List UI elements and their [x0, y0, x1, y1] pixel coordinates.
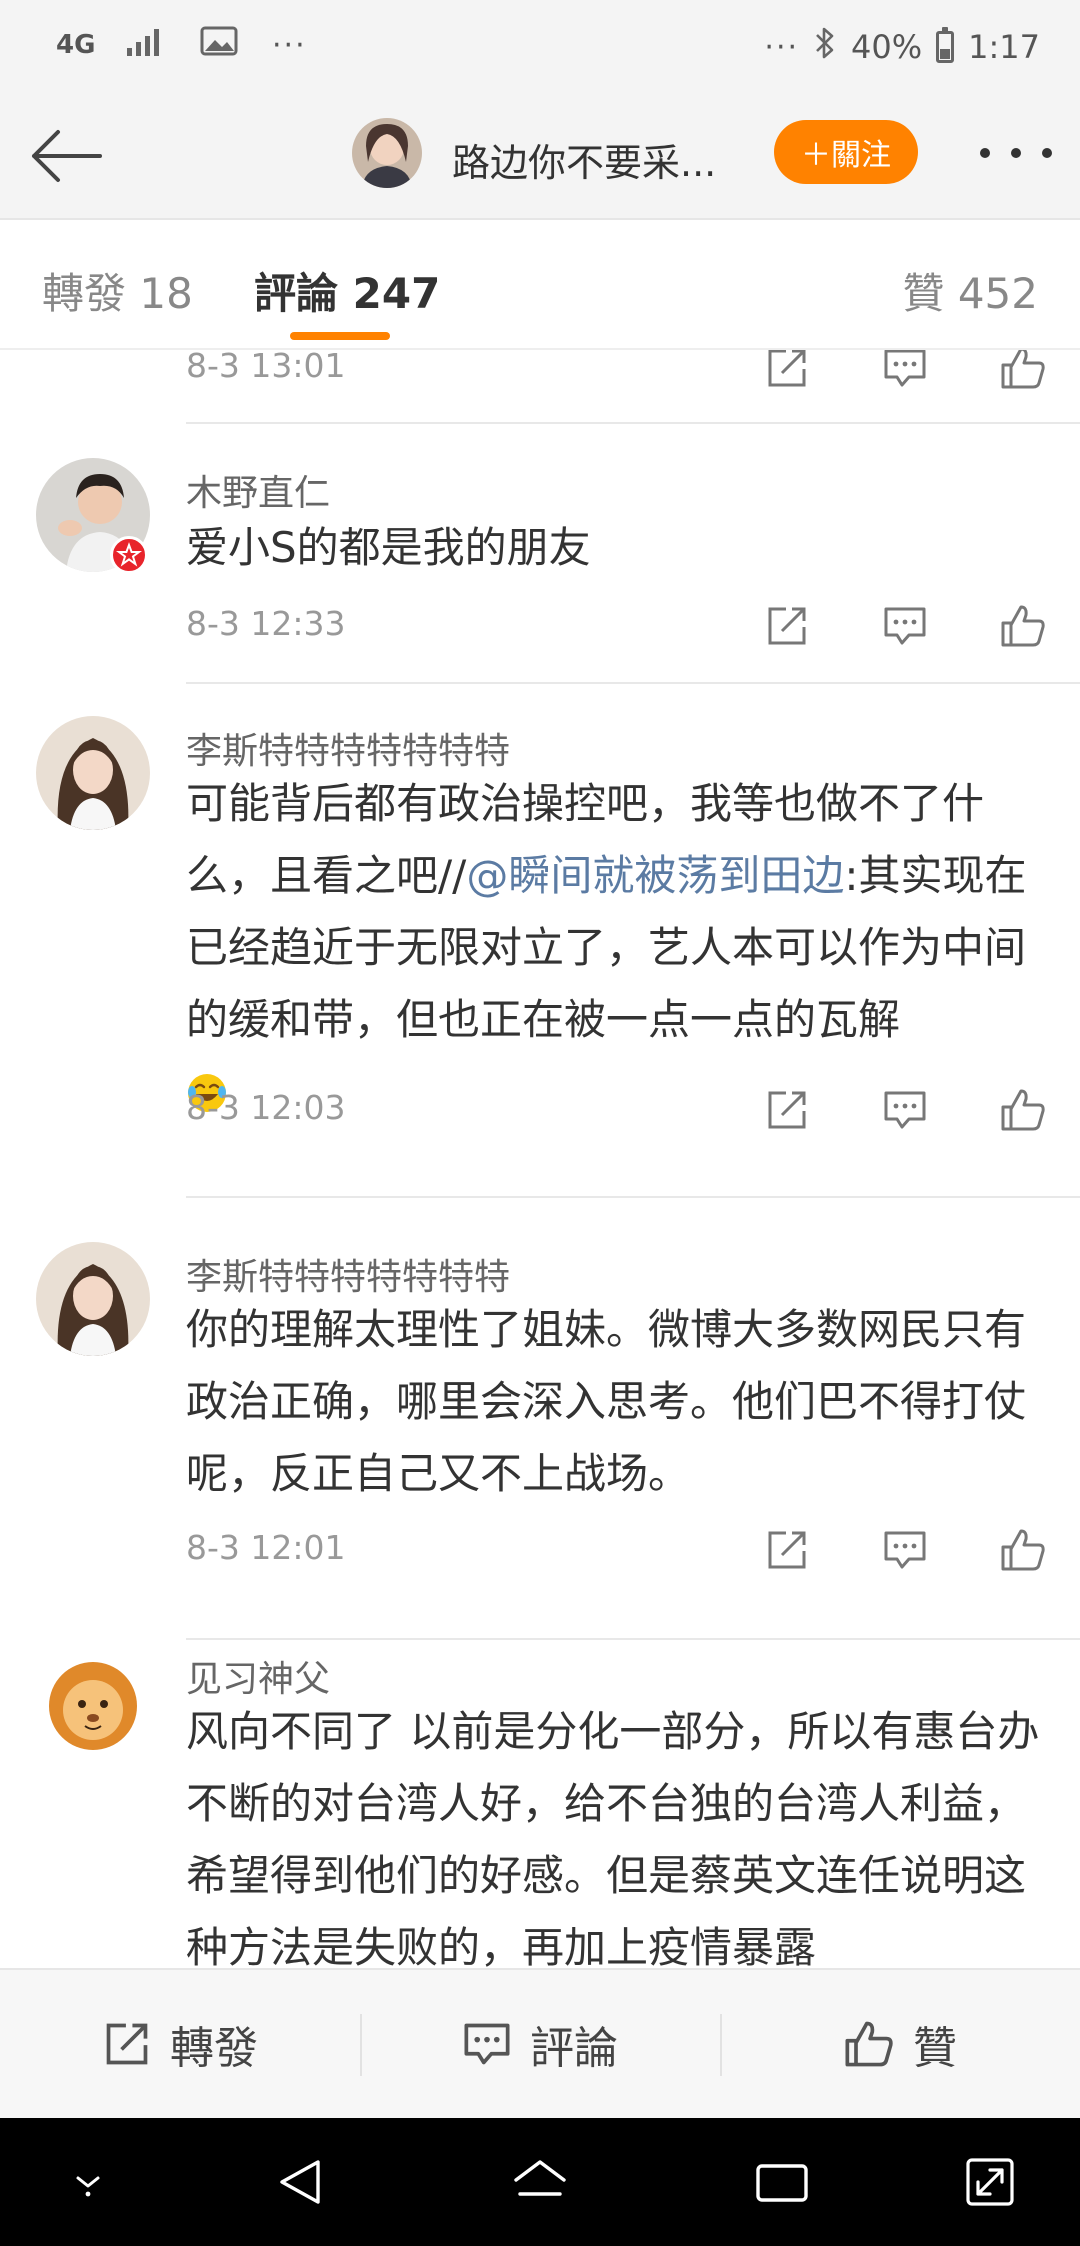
verified-badge-icon: [110, 536, 148, 574]
battery-icon: [936, 27, 955, 63]
comment-time: 8-3 12:33: [186, 604, 346, 643]
commenter-avatar[interactable]: [36, 716, 150, 830]
active-tab-indicator: [290, 332, 390, 340]
author-avatar[interactable]: [352, 118, 422, 188]
nav-expand-button[interactable]: [960, 2152, 1020, 2212]
comment-text: 爱小S的都是我的朋友: [186, 523, 591, 572]
comment-text: 你的理解太理性了姐妹。微博大多数网民只有政治正确，哪里会深入思考。他们巴不得打仗…: [186, 1305, 1027, 1498]
tab-comments[interactable]: 評論 247: [254, 260, 440, 321]
divider: [186, 1196, 1080, 1198]
clock: 1:17: [968, 28, 1040, 66]
thumbs-up-icon[interactable]: [996, 350, 1050, 395]
bluetooth-icon: [813, 26, 837, 68]
more-dot-icon: [980, 148, 990, 158]
commenter-avatar[interactable]: [36, 1242, 150, 1356]
chevron-down-icon: [76, 2176, 100, 2197]
share-icon[interactable]: [760, 350, 814, 395]
more-options-button[interactable]: [980, 138, 1052, 168]
back-button[interactable]: [24, 116, 108, 196]
bottom-action-bar: 轉發 評論 贊: [0, 1968, 1080, 2118]
battery-level: [940, 48, 951, 59]
tab-repost[interactable]: 轉發 18: [42, 260, 193, 321]
comment-icon[interactable]: [878, 1523, 932, 1577]
system-nav-bar: [0, 2118, 1080, 2246]
share-icon: [106, 2023, 148, 2065]
comment-time: 8-3 12:03: [186, 1088, 346, 1127]
commenter-name[interactable]: 李斯特特特特特特特: [186, 1248, 510, 1300]
comment-button[interactable]: 評論: [360, 1970, 720, 2118]
commenter-avatar[interactable]: [36, 1644, 150, 1758]
nav-home-button[interactable]: [510, 2152, 570, 2212]
nav-recents-button[interactable]: [752, 2152, 812, 2212]
share-icon[interactable]: [760, 1083, 814, 1137]
comment-actions: [760, 1080, 1050, 1140]
signal-icon: [126, 26, 166, 64]
comment-time: 8-3 13:01: [186, 350, 346, 385]
thumbs-up-icon: [845, 2021, 893, 2067]
more-dot-icon: [1011, 148, 1021, 158]
battery-percent: 40%: [851, 28, 923, 66]
divider: [186, 422, 1080, 424]
mention-link[interactable]: @瞬间就被荡到田边: [466, 851, 844, 900]
like-button[interactable]: 贊: [720, 1970, 1080, 2118]
share-icon[interactable]: [760, 1523, 814, 1577]
share-icon[interactable]: [760, 599, 814, 653]
more-notifications: ···: [272, 27, 307, 63]
comment-list[interactable]: 8-3 13:01 木野直仁 爱小S的都是我的朋友 8-3 12:33 李斯特特…: [0, 350, 1080, 1968]
repost-button[interactable]: 轉發: [0, 1970, 360, 2118]
comment-actions: [760, 1520, 1050, 1580]
comment-actions: [760, 350, 1050, 398]
comment-time: 8-3 12:01: [186, 1528, 346, 1567]
more-status: ···: [764, 29, 800, 65]
home-icon: [514, 2160, 566, 2196]
recents-icon: [756, 2164, 808, 2202]
thumbs-up-icon[interactable]: [996, 1083, 1050, 1137]
divider: [186, 1638, 1080, 1640]
commenter-name[interactable]: 见习神父: [186, 1650, 330, 1702]
comment-actions: [760, 596, 1050, 656]
status-left: 4G ···: [56, 26, 307, 64]
status-right: ··· 40% 1:17: [764, 26, 1040, 68]
comment-label: 評論: [530, 2023, 618, 2074]
hide-nav-button[interactable]: [58, 2152, 118, 2212]
tabs: 轉發 18 評論 247 贊 452: [0, 220, 1080, 350]
comment-text: 风向不同了 以前是分化一部分，所以有惠台办不断的对台湾人好，给不台独的台湾人利益…: [186, 1707, 1040, 1968]
comment-text: 可能背后都有政治操控吧，我等也做不了什么，且看之吧//@瞬间就被荡到田边:其实现…: [186, 768, 1052, 1128]
comment-icon: [464, 2023, 510, 2065]
thumbs-up-icon[interactable]: [996, 599, 1050, 653]
commenter-name[interactable]: 李斯特特特特特特特: [186, 722, 510, 774]
header: 路边你不要采... ＋關注: [0, 92, 1080, 220]
expand-icon: [966, 2158, 1014, 2206]
author-name[interactable]: 路边你不要采...: [452, 132, 716, 187]
repost-label: 轉發: [170, 2023, 258, 2074]
comment-icon[interactable]: [878, 599, 932, 653]
commenter-name[interactable]: 木野直仁: [186, 464, 330, 516]
network-type: 4G: [56, 30, 96, 60]
comment-icon[interactable]: [878, 350, 932, 395]
divider: [186, 682, 1080, 684]
comment-icon[interactable]: [878, 1083, 932, 1137]
thumbs-up-icon[interactable]: [996, 1523, 1050, 1577]
arrow-left-icon: [32, 130, 102, 182]
tab-likes[interactable]: 贊 452: [902, 260, 1038, 321]
status-bar: 4G ··· ··· 40% 1:17: [0, 0, 1080, 92]
image-icon: [200, 26, 238, 64]
more-dot-icon: [1042, 148, 1052, 158]
triangle-back-icon: [280, 2160, 320, 2204]
follow-button[interactable]: ＋關注: [774, 120, 918, 184]
nav-back-button[interactable]: [270, 2152, 330, 2212]
like-label: 贊: [913, 2023, 957, 2074]
